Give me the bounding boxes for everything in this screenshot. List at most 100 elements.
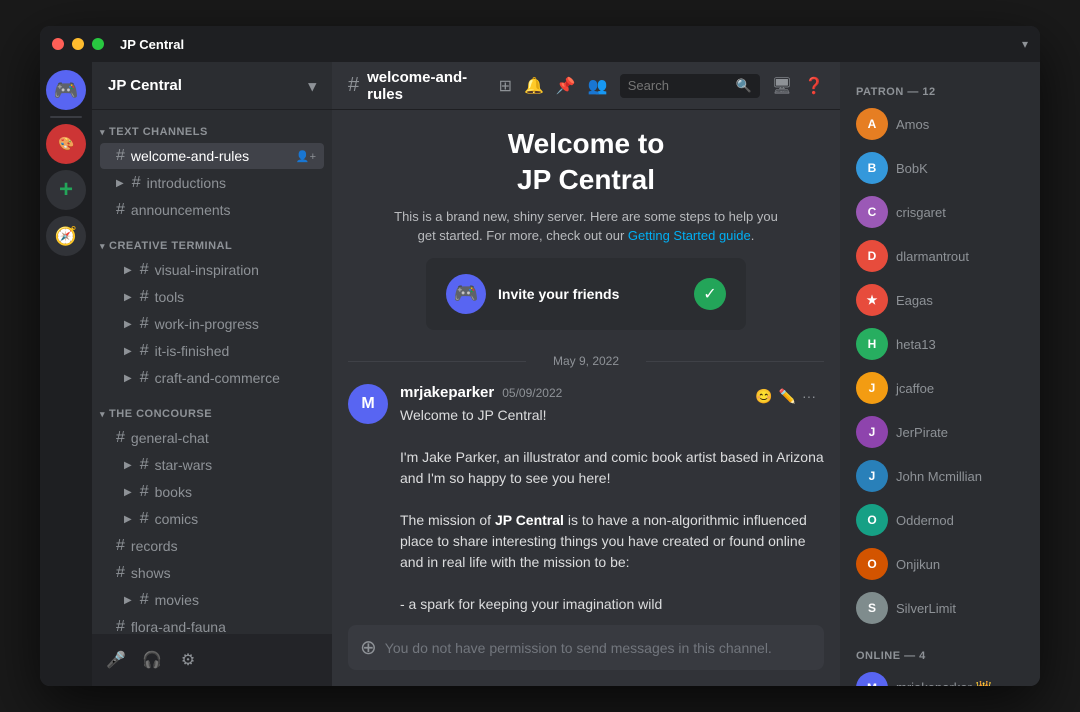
message-edit-icon[interactable]: ✏️	[779, 388, 796, 405]
channel-tools[interactable]: ▶ # tools	[100, 284, 324, 310]
channel-arrow-icon: ▶	[124, 292, 132, 303]
list-item[interactable]: O Onjikun	[848, 542, 1032, 586]
message-more-icon[interactable]: ···	[802, 388, 816, 405]
member-name: Amos	[896, 117, 929, 132]
search-input[interactable]	[628, 78, 730, 93]
add-server-button[interactable]: +	[46, 170, 86, 210]
channel-announcements[interactable]: # announcements	[100, 197, 324, 223]
category-label: THE CONCOURSE	[109, 408, 212, 420]
channel-hash-icon: #	[140, 483, 149, 501]
avatar: M	[348, 384, 388, 424]
channel-hash-icon: #	[116, 564, 125, 582]
list-item[interactable]: D dlarmantrout	[848, 234, 1032, 278]
invite-avatar: 🎮	[446, 274, 486, 314]
channel-header-name: welcome-and-rules	[367, 69, 490, 103]
list-item[interactable]: C crisgaret	[848, 190, 1032, 234]
channel-welcome-and-rules[interactable]: # welcome-and-rules 👤+	[100, 143, 324, 169]
channel-hash-icon: #	[140, 288, 149, 306]
discover-button[interactable]: 🧭	[46, 216, 86, 256]
channel-name: work-in-progress	[155, 316, 316, 332]
channel-shows[interactable]: # shows	[100, 560, 324, 586]
list-item[interactable]: J jcaffoe	[848, 366, 1032, 410]
sidebar-channels: ▾ TEXT CHANNELS # welcome-and-rules 👤+ ▶…	[92, 110, 332, 634]
list-item[interactable]: J JerPirate	[848, 410, 1032, 454]
channel-header-hash-icon: #	[348, 74, 359, 97]
category-the-concourse[interactable]: ▾ THE CONCOURSE	[92, 392, 332, 424]
channel-records[interactable]: # records	[100, 533, 324, 559]
patron-section-header: PATRON — 12	[848, 78, 1032, 102]
maximize-button[interactable]	[92, 38, 104, 50]
list-item[interactable]: M mrjakeparker 👑	[848, 666, 1032, 686]
channel-hash-icon: #	[116, 429, 125, 447]
channel-visual-inspiration[interactable]: ▶ # visual-inspiration	[100, 257, 324, 283]
category-creative-terminal[interactable]: ▾ CREATIVE TERMINAL	[92, 224, 332, 256]
emoji-reaction-icon[interactable]: 😊	[755, 388, 772, 405]
list-item[interactable]: B BobK	[848, 146, 1032, 190]
channels-icon[interactable]: ⊞	[499, 76, 512, 96]
list-item[interactable]: J John Mcmillian	[848, 454, 1032, 498]
channel-arrow-icon: ▶	[124, 514, 132, 525]
sidebar-server-name: JP Central	[108, 77, 182, 94]
mic-button[interactable]: 🎤	[100, 644, 132, 676]
avatar: J	[856, 416, 888, 448]
inbox-icon[interactable]: 🖥	[772, 76, 792, 96]
bell-icon[interactable]: 🔔	[524, 76, 544, 96]
channel-craft-and-commerce[interactable]: ▶ # craft-and-commerce	[100, 365, 324, 391]
sidebar-header[interactable]: JP Central ▾	[92, 62, 332, 110]
member-name: John Mcmillian	[896, 469, 982, 484]
channel-name: it-is-finished	[155, 343, 316, 359]
list-item[interactable]: H heta13	[848, 322, 1032, 366]
list-item[interactable]: ★ Eagas	[848, 278, 1032, 322]
category-label: CREATIVE TERMINAL	[109, 240, 232, 252]
server-icon-jp[interactable]: 🎨	[46, 124, 86, 164]
channel-introductions[interactable]: ▶ # introductions	[100, 170, 324, 196]
channel-hash-icon: #	[140, 369, 149, 387]
channel-comics[interactable]: ▶ # comics	[100, 506, 324, 532]
sidebar: JP Central ▾ ▾ TEXT CHANNELS # welcome-a…	[92, 62, 332, 686]
search-icon: 🔍	[736, 78, 752, 94]
channel-movies[interactable]: ▶ # movies	[100, 587, 324, 613]
channel-name: records	[131, 538, 316, 554]
headset-button[interactable]: 🎧	[136, 644, 168, 676]
invite-card[interactable]: 🎮 Invite your friends ✓	[426, 258, 746, 330]
channel-star-wars[interactable]: ▶ # star-wars	[100, 452, 324, 478]
members-icon[interactable]: 👥	[588, 76, 608, 96]
add-attachment-icon[interactable]: ⊕	[360, 635, 377, 660]
avatar: B	[856, 152, 888, 184]
channel-name: tools	[155, 289, 316, 305]
avatar: J	[856, 460, 888, 492]
member-name: dlarmantrout	[896, 249, 969, 264]
close-button[interactable]	[52, 38, 64, 50]
channel-work-in-progress[interactable]: ▶ # work-in-progress	[100, 311, 324, 337]
list-item[interactable]: S SilverLimit	[848, 586, 1032, 630]
list-item[interactable]: A Amos	[848, 102, 1032, 146]
settings-button[interactable]: ⚙	[172, 644, 204, 676]
minimize-button[interactable]	[72, 38, 84, 50]
member-name: Eagas	[896, 293, 933, 308]
channel-hash-icon: #	[140, 510, 149, 528]
search-box[interactable]: 🔍	[620, 74, 760, 98]
list-item[interactable]: O Oddernod	[848, 498, 1032, 542]
channel-hash-icon: #	[140, 261, 149, 279]
member-name: Oddernod	[896, 513, 954, 528]
channel-name: movies	[155, 592, 316, 608]
members-sidebar: PATRON — 12 A Amos B BobK C crisgaret D …	[840, 62, 1040, 686]
channel-general-chat[interactable]: # general-chat	[100, 425, 324, 451]
category-text-channels[interactable]: ▾ TEXT CHANNELS	[92, 110, 332, 142]
channel-name: welcome-and-rules	[131, 148, 290, 164]
titlebar-title: JP Central	[120, 37, 1014, 52]
member-name: crisgaret	[896, 205, 946, 220]
help-icon[interactable]: ❓	[804, 76, 824, 96]
member-name: BobK	[896, 161, 928, 176]
channel-books[interactable]: ▶ # books	[100, 479, 324, 505]
avatar: D	[856, 240, 888, 272]
channel-flora-and-fauna[interactable]: # flora-and-fauna	[100, 614, 324, 634]
pin-icon[interactable]: 📌	[556, 76, 576, 96]
server-icon-discord[interactable]: 🎮	[46, 70, 86, 110]
avatar: C	[856, 196, 888, 228]
channel-it-is-finished[interactable]: ▶ # it-is-finished	[100, 338, 324, 364]
member-name: heta13	[896, 337, 936, 352]
message-input: You do not have permission to send messa…	[385, 640, 812, 656]
getting-started-link[interactable]: Getting Started guide	[628, 228, 751, 243]
channel-action-icon[interactable]: 👤+	[296, 150, 316, 163]
